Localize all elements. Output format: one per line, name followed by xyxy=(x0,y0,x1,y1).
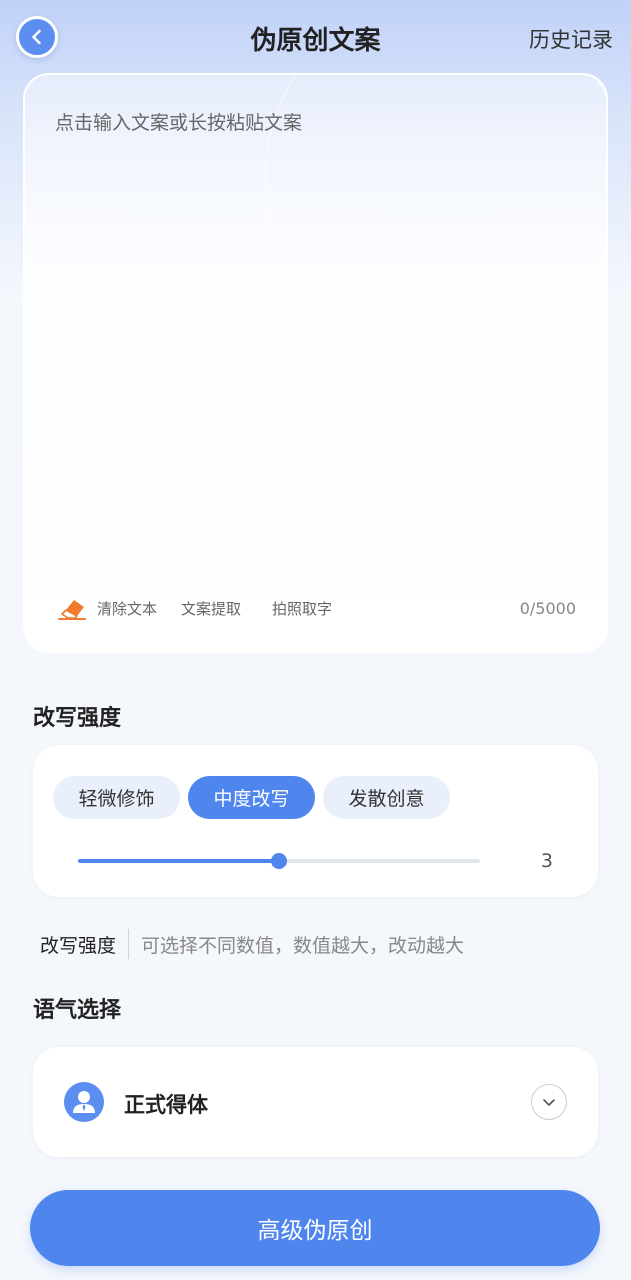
intensity-hint: 改写强度 可选择不同数值，数值越大，改动越大 xyxy=(40,929,464,959)
text-input-placeholder[interactable]: 点击输入文案或长按粘贴文案 xyxy=(55,108,302,135)
hint-text: 可选择不同数值，数值越大，改动越大 xyxy=(141,934,465,957)
text-editor-card[interactable]: 点击输入文案或长按粘贴文案 清除文本 文案提取 拍照取字 0/5000 xyxy=(23,73,608,653)
slider-fill xyxy=(78,859,279,863)
editor-toolbar: 清除文本 文案提取 拍照取字 xyxy=(57,595,356,621)
eraser-icon[interactable] xyxy=(57,596,87,620)
slider-value: 3 xyxy=(540,850,553,872)
clear-text-button[interactable]: 清除文本 xyxy=(97,598,157,619)
option-creative-divergence[interactable]: 发散创意 xyxy=(323,776,450,819)
character-counter: 0/5000 xyxy=(519,599,576,618)
history-link[interactable]: 历史记录 xyxy=(529,24,613,54)
chevron-down-icon[interactable] xyxy=(531,1084,567,1120)
intensity-section-title: 改写强度 xyxy=(33,706,122,731)
header: 伪原创文案 历史记录 xyxy=(0,0,631,76)
hint-divider xyxy=(128,929,130,959)
hint-label: 改写强度 xyxy=(40,934,117,957)
intensity-slider[interactable] xyxy=(78,853,480,869)
intensity-card: 轻微修饰 中度改写 发散创意 3 xyxy=(33,745,598,897)
decorative-arc xyxy=(265,75,606,355)
extract-text-button[interactable]: 文案提取 xyxy=(181,598,241,619)
option-light-polish[interactable]: 轻微修饰 xyxy=(53,776,180,819)
advanced-rewrite-button[interactable]: 高级伪原创 xyxy=(30,1190,600,1266)
tone-selected-value: 正式得体 xyxy=(124,1093,208,1117)
slider-thumb[interactable] xyxy=(271,853,287,869)
tone-section-title: 语气选择 xyxy=(33,998,122,1023)
person-icon xyxy=(64,1082,104,1122)
photo-ocr-button[interactable]: 拍照取字 xyxy=(272,598,332,619)
option-medium-rewrite[interactable]: 中度改写 xyxy=(188,776,315,819)
tone-selector[interactable]: 正式得体 xyxy=(33,1047,598,1157)
